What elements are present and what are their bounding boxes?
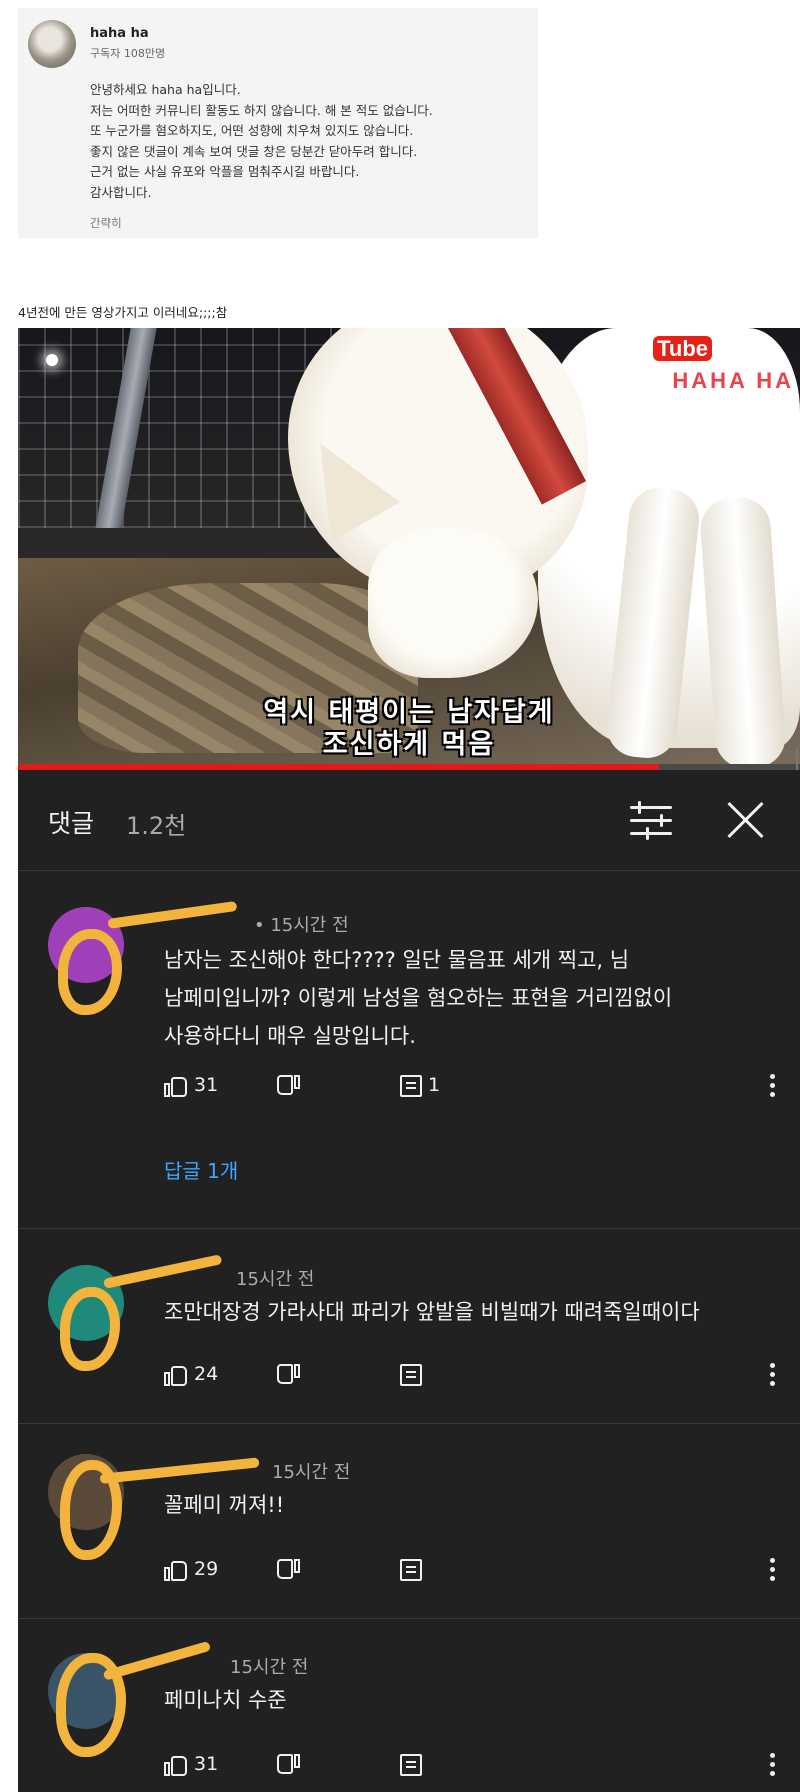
channel-about-card: haha ha 구독자 108만명 안녕하세요 haha ha입니다. 저는 어… <box>18 8 538 238</box>
comment-actions: 31 <box>164 1753 784 1783</box>
comment-time: 15시간 전 <box>272 1462 351 1483</box>
thumbs-up-icon <box>164 1364 188 1386</box>
comment-line: 남페미입니까? 이렇게 남성을 혐오하는 표현을 거리낌없이 <box>164 986 673 1010</box>
like-count: 31 <box>194 1074 219 1096</box>
like-button[interactable]: 31 <box>164 1753 218 1783</box>
description-line: 또 누군가를 혐오하지도, 어떤 성향에 치우쳐 있지도 않습니다. <box>90 123 414 138</box>
video-player[interactable]: You Tube HAHA HA 역시 태평이는 남자답게 조신하게 먹음 <box>18 328 800 764</box>
mobile-screenshot: You Tube HAHA HA 역시 태평이는 남자답게 조신하게 먹음 댓글 … <box>18 328 800 1792</box>
channel-description: 안녕하세요 haha ha입니다. 저는 어떠한 커뮤니티 활동도 하지 않습니… <box>90 80 530 203</box>
comment-line: 꼴페미 꺼져!! <box>164 1493 285 1517</box>
comment-actions: 24 <box>164 1363 784 1393</box>
comment-text: 조만대장경 가라사대 파리가 앞발을 비빌때가 때려죽일때이다 <box>164 1293 700 1331</box>
channel-avatar[interactable] <box>28 20 76 68</box>
comment-time: 15시간 전 <box>230 1657 309 1678</box>
description-line: 근거 없는 사실 유포와 악플을 멈춰주시길 바랍니다. <box>90 164 360 179</box>
thumbs-down-icon <box>276 1074 300 1097</box>
like-button[interactable]: 24 <box>164 1363 218 1393</box>
thumbs-up-icon <box>164 1754 188 1776</box>
thumbs-up-icon <box>164 1559 188 1581</box>
comment-item: 15시간 전 조만대장경 가라사대 파리가 앞발을 비빌때가 때려죽일때이다 2… <box>18 1229 800 1424</box>
redaction-scribble <box>107 900 238 929</box>
reply-icon <box>400 1363 422 1386</box>
comment-text: 꼴페미 꺼져!! <box>164 1486 284 1524</box>
description-line: 저는 어떠한 커뮤니티 활동도 하지 않습니다. 해 본 적도 없습니다. <box>90 102 433 118</box>
comment-item: 15시간 전 꼴페미 꺼져!! 29 <box>18 1424 800 1619</box>
description-line: 안녕하세요 haha ha입니다. <box>90 82 241 97</box>
close-icon[interactable] <box>724 798 768 842</box>
reply-button[interactable] <box>400 1753 422 1783</box>
comment-line: 남자는 조신해야 한다???? 일단 물음표 세개 찍고, 님 <box>164 948 630 972</box>
reply-button[interactable] <box>400 1363 422 1393</box>
reply-icon <box>400 1558 422 1581</box>
like-count: 31 <box>194 1753 219 1775</box>
comment-time: 15시간 전 <box>236 1269 315 1290</box>
comment-actions: 29 <box>164 1558 784 1588</box>
post-caption: 4년전에 만든 영상가지고 이러네요;;;;참 <box>18 305 228 320</box>
reply-icon <box>400 1074 422 1097</box>
dislike-button[interactable] <box>276 1074 300 1104</box>
more-options-icon[interactable] <box>770 1363 776 1390</box>
redaction-scribble <box>99 1457 260 1484</box>
comment-line: 페미나치 수준 <box>164 1688 287 1712</box>
redaction-scribble <box>102 1640 212 1681</box>
comment-line: 조만대장경 가라사대 파리가 앞발을 비빌때가 때려죽일때이다 <box>164 1300 700 1324</box>
more-options-icon[interactable] <box>770 1558 776 1585</box>
youtube-logo: You Tube <box>612 336 712 362</box>
redaction-scribble <box>60 1287 120 1371</box>
youtube-logo-tube: Tube <box>653 336 712 361</box>
subscriber-count: 구독자 108만명 <box>90 47 166 60</box>
comment-text: 페미나치 수준 <box>164 1681 287 1719</box>
dislike-button[interactable] <box>276 1363 300 1393</box>
channel-watermark: HAHA HA <box>672 368 794 393</box>
like-button[interactable]: 31 <box>164 1074 218 1104</box>
show-less-link[interactable]: 간략히 <box>90 215 122 231</box>
thumbs-down-icon <box>276 1753 300 1776</box>
video-subtitle-line2: 조신하게 먹음 <box>322 729 496 760</box>
thumbs-down-icon <box>276 1558 300 1581</box>
description-line: 감사합니다. <box>90 184 152 200</box>
more-options-icon[interactable] <box>770 1753 776 1780</box>
redaction-scribble <box>102 1254 223 1289</box>
thumbs-up-icon <box>164 1075 188 1097</box>
channel-name[interactable]: haha ha <box>90 26 149 41</box>
comment-line: 사용하다니 매우 실망입니다. <box>164 1024 416 1048</box>
comment-time: • 15시간 전 <box>254 915 349 936</box>
replies-link[interactable]: 답글 1개 <box>164 1155 238 1184</box>
thumbs-down-icon <box>276 1363 300 1386</box>
comments-title: 댓글 <box>48 809 95 838</box>
like-count: 24 <box>194 1363 219 1385</box>
video-lamp <box>46 354 58 366</box>
reply-icon <box>400 1753 422 1776</box>
reply-button[interactable]: 1 <box>400 1074 440 1104</box>
sort-icon[interactable] <box>628 800 674 840</box>
comment-item: • 15시간 전 남자는 조신해야 한다???? 일단 물음표 세개 찍고, 님… <box>18 871 800 1229</box>
like-count: 29 <box>194 1558 219 1580</box>
comment-item: 15시간 전 페미나치 수준 31 <box>18 1619 800 1792</box>
reply-button[interactable] <box>400 1558 422 1588</box>
like-button[interactable]: 29 <box>164 1558 218 1588</box>
dislike-button[interactable] <box>276 1558 300 1588</box>
redaction-scribble <box>58 929 122 1015</box>
comments-count: 1.2천 <box>126 812 187 840</box>
description-line: 좋지 않은 댓글이 계속 보여 댓글 창은 당분간 닫아두려 합니다. <box>90 143 418 159</box>
youtube-logo-you: You <box>612 336 653 361</box>
comments-header: 댓글 1.2천 <box>18 770 800 871</box>
reply-count: 1 <box>428 1074 441 1096</box>
comment-text: 남자는 조신해야 한다???? 일단 물음표 세개 찍고, 님 남페미입니까? … <box>164 941 672 1055</box>
more-options-icon[interactable] <box>770 1074 776 1101</box>
comment-actions: 31 1 <box>164 1074 784 1104</box>
dislike-button[interactable] <box>276 1753 300 1783</box>
